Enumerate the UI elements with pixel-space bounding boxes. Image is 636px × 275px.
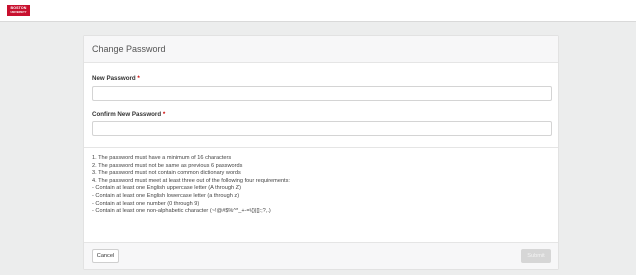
logo-line-1: BOSTON	[10, 5, 27, 10]
confirm-password-label: Confirm New Password *	[92, 111, 165, 118]
rule-item: - Contain at least one number (0 through…	[92, 200, 200, 207]
new-password-label-text: New Password	[92, 75, 136, 82]
card-header: Change Password	[84, 36, 558, 63]
logo-line-2: UNIVERSITY	[10, 10, 27, 14]
change-password-card: Change Password New Password * Confirm N…	[83, 35, 559, 270]
password-rules: 1. The password must have a minimum of 1…	[92, 155, 552, 216]
card-footer: Cancel Submit	[84, 242, 558, 269]
rule-item: - Contain at least one English lowercase…	[92, 192, 240, 199]
top-bar: BOSTON UNIVERSITY	[0, 0, 636, 22]
confirm-password-input[interactable]	[92, 121, 552, 136]
new-password-label: New Password *	[92, 75, 140, 82]
confirm-password-label-text: Confirm New Password	[92, 111, 162, 118]
section-divider	[84, 147, 558, 148]
required-marker: *	[162, 111, 166, 118]
submit-button[interactable]: Submit	[521, 249, 551, 263]
page-title: Change Password	[92, 44, 166, 54]
rule-item: 3. The password must not contain common …	[92, 170, 241, 177]
rule-item: 2. The password must not be same as prev…	[92, 162, 243, 169]
new-password-input[interactable]	[92, 86, 552, 101]
cancel-button[interactable]: Cancel	[92, 249, 119, 263]
rule-item: 4. The password must meet at least three…	[92, 177, 290, 184]
rule-item: - Contain at least one non-alphabetic ch…	[92, 208, 271, 215]
university-logo[interactable]: BOSTON UNIVERSITY	[7, 5, 30, 16]
rule-item: - Contain at least one English uppercase…	[92, 185, 241, 192]
rule-item: 1. The password must have a minimum of 1…	[92, 155, 232, 161]
required-marker: *	[137, 75, 140, 82]
